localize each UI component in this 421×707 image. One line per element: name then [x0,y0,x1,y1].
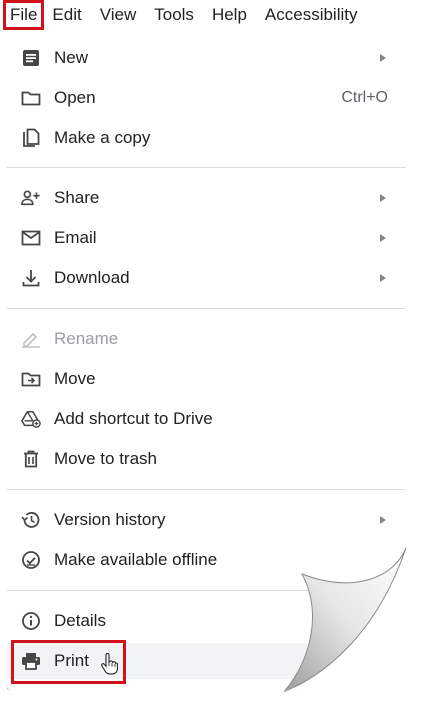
submenu-arrow-icon [380,54,386,62]
submenu-arrow-icon [380,516,386,524]
history-icon [21,510,41,530]
menu-item-label: Share [54,188,100,207]
menu-item-move[interactable]: Move [7,361,406,397]
menu-divider [7,308,406,309]
menu-item-email[interactable]: Email [7,220,406,256]
download-icon [21,268,41,288]
menu-item-download[interactable]: Download [7,260,406,296]
menu-divider [7,489,406,490]
rename-icon [21,329,41,349]
menu-item-rename: Rename [7,321,406,357]
menu-item-trash[interactable]: Move to trash [7,441,406,477]
menu-accessibility[interactable]: Accessibility [256,1,367,29]
submenu-arrow-icon [380,194,386,202]
email-icon [21,228,41,248]
menu-view[interactable]: View [91,1,146,29]
menu-item-make-copy[interactable]: Make a copy [7,120,406,156]
trash-icon [21,449,41,469]
menu-item-label: Email [54,228,97,247]
menu-item-label: Make a copy [54,128,151,147]
menu-help[interactable]: Help [203,1,256,29]
person-add-icon [21,188,41,208]
menu-item-label: Rename [54,329,119,348]
move-folder-icon [21,369,41,389]
menu-item-open[interactable]: Open Ctrl+O [7,80,406,116]
menu-item-label: Details [54,611,106,630]
page-curl-decoration [280,540,410,700]
offline-check-icon [21,550,41,570]
print-highlight-box [11,640,126,684]
menu-edit[interactable]: Edit [43,1,90,29]
menu-tools[interactable]: Tools [145,1,203,29]
menu-item-label: Download [54,268,130,287]
menu-item-new[interactable]: New [7,40,406,76]
submenu-arrow-icon [380,274,386,282]
menu-item-add-shortcut[interactable]: Add shortcut to Drive [7,401,406,437]
menu-item-label: Move to trash [54,449,157,468]
shortcut-text: Ctrl+O [341,89,388,106]
menu-item-label: Add shortcut to Drive [54,409,213,428]
menu-item-label: New [54,48,89,67]
menu-item-version-history[interactable]: Version history [7,502,406,538]
menu-file[interactable]: File [2,0,45,30]
info-icon [21,611,41,631]
menubar: File Edit View Tools Help Accessibility [0,0,421,30]
menu-item-label: Open [54,88,96,107]
menu-item-label: Make available offline [54,550,218,569]
menu-item-label: Move [54,369,96,388]
menu-divider [7,167,406,168]
copy-icon [21,128,41,148]
menu-item-share[interactable]: Share [7,180,406,216]
drive-shortcut-icon [21,409,41,429]
folder-icon [21,88,41,108]
menu-item-label: Version history [54,510,166,529]
document-icon [21,48,41,68]
submenu-arrow-icon [380,234,386,242]
